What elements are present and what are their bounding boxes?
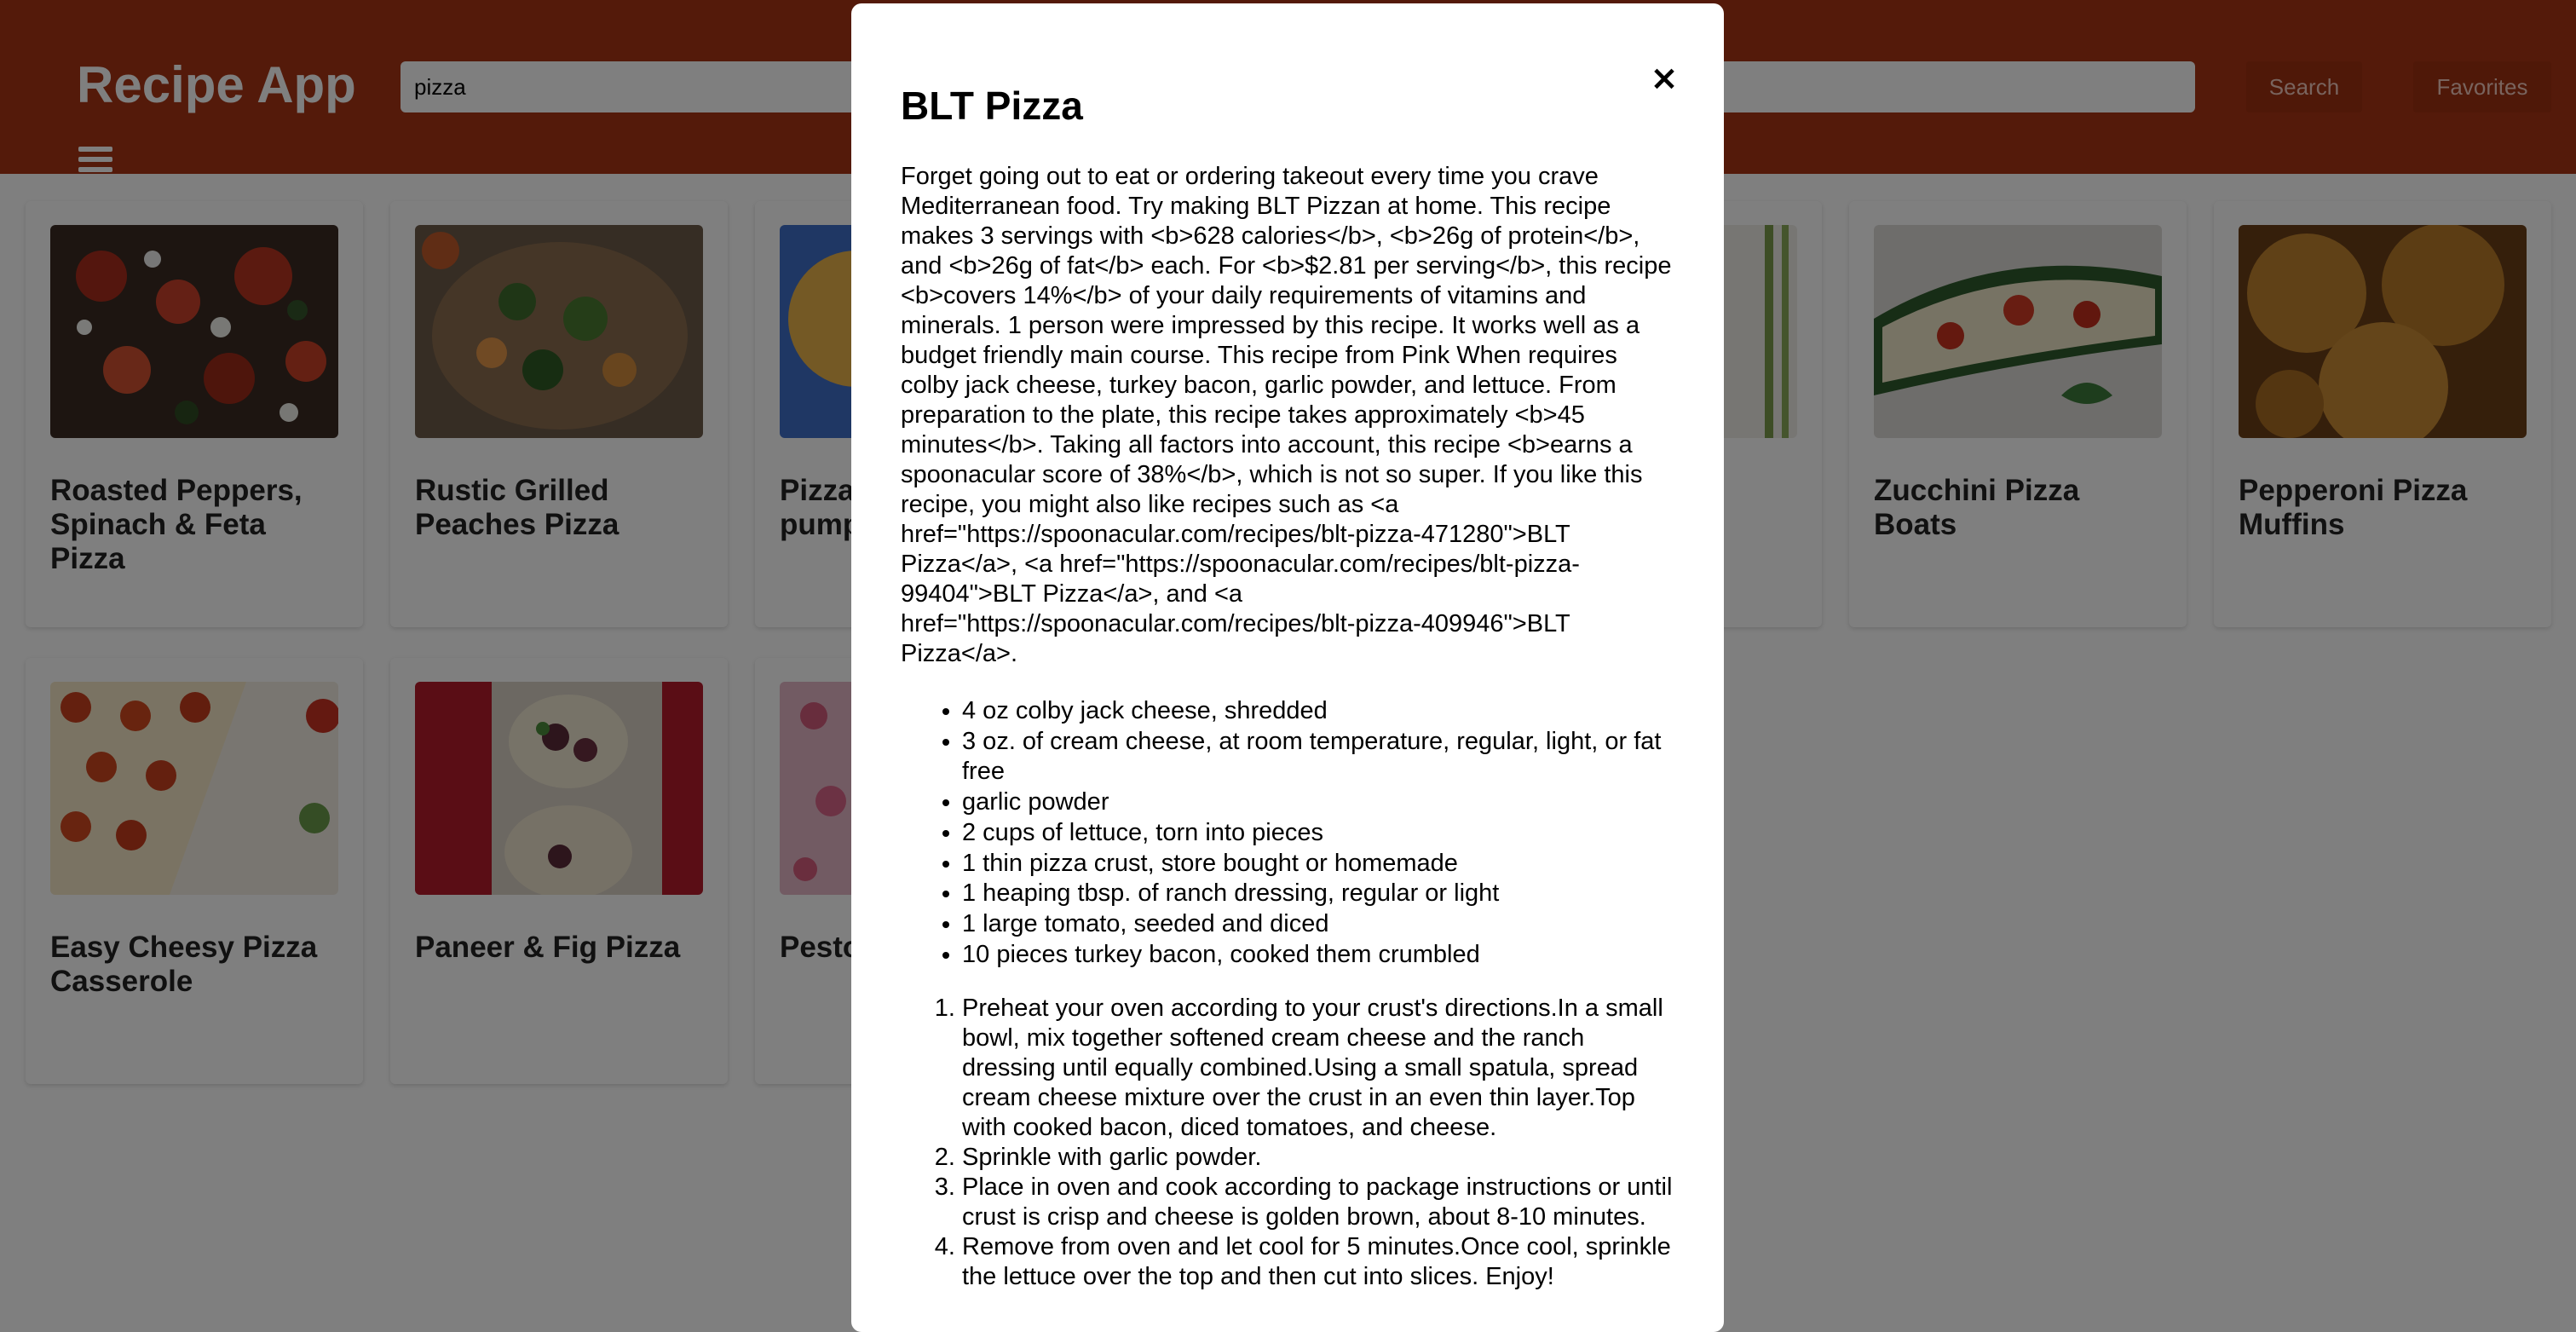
modal-title: BLT Pizza [901, 84, 1083, 128]
ingredient-item: 2 cups of lettuce, torn into pieces [962, 818, 1676, 849]
ingredient-item: 4 oz colby jack cheese, shredded [962, 696, 1676, 727]
ingredient-item: 1 thin pizza crust, store bought or home… [962, 849, 1676, 879]
instruction-step: Sprinkle with garlic powder. [962, 1143, 1676, 1173]
instructions-list: Preheat your oven according to your crus… [901, 994, 1676, 1292]
instruction-step: Place in oven and cook according to pack… [962, 1173, 1676, 1232]
ingredient-item: garlic powder [962, 787, 1676, 818]
ingredient-item: 1 heaping tbsp. of ranch dressing, regul… [962, 879, 1676, 909]
recipe-detail-modal: × BLT Pizza Forget going out to eat or o… [851, 3, 1724, 1332]
close-icon[interactable]: × [1642, 56, 1686, 101]
ingredients-list: 4 oz colby jack cheese, shredded 3 oz. o… [901, 696, 1676, 970]
ingredient-item: 1 large tomato, seeded and diced [962, 909, 1676, 940]
instruction-step: Preheat your oven according to your crus… [962, 994, 1676, 1143]
ingredient-item: 10 pieces turkey bacon, cooked them crum… [962, 940, 1676, 971]
ingredient-item: 3 oz. of cream cheese, at room temperatu… [962, 727, 1676, 787]
recipe-summary: Forget going out to eat or ordering take… [901, 163, 1672, 667]
instruction-step: Remove from oven and let cool for 5 minu… [962, 1232, 1676, 1292]
